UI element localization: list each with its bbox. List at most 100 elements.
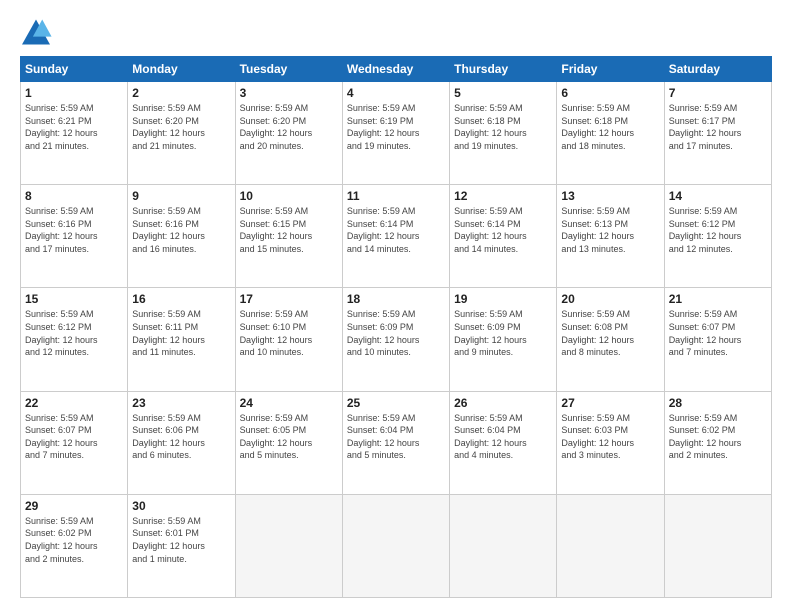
day-info: Sunrise: 5:59 AM Sunset: 6:21 PM Dayligh… [25,102,123,152]
calendar-cell: 9 Sunrise: 5:59 AM Sunset: 6:16 PM Daylig… [128,185,235,288]
day-number: 29 [25,499,123,513]
day-info: Sunrise: 5:59 AM Sunset: 6:18 PM Dayligh… [561,102,659,152]
weekday-header-saturday: Saturday [664,57,771,82]
calendar-cell: 8 Sunrise: 5:59 AM Sunset: 6:16 PM Daylig… [21,185,128,288]
day-info: Sunrise: 5:59 AM Sunset: 6:09 PM Dayligh… [347,308,445,358]
weekday-header-monday: Monday [128,57,235,82]
calendar-cell: 11 Sunrise: 5:59 AM Sunset: 6:14 PM Dayli… [342,185,449,288]
day-info: Sunrise: 5:59 AM Sunset: 6:05 PM Dayligh… [240,412,338,462]
day-number: 19 [454,292,552,306]
weekday-header-thursday: Thursday [450,57,557,82]
day-info: Sunrise: 5:59 AM Sunset: 6:01 PM Dayligh… [132,515,230,565]
weekday-header-sunday: Sunday [21,57,128,82]
header [20,18,772,46]
calendar-cell: 4 Sunrise: 5:59 AM Sunset: 6:19 PM Daylig… [342,82,449,185]
calendar-week-4: 29 Sunrise: 5:59 AM Sunset: 6:02 PM Dayli… [21,494,772,597]
calendar-cell: 10 Sunrise: 5:59 AM Sunset: 6:15 PM Dayli… [235,185,342,288]
day-number: 16 [132,292,230,306]
calendar-cell: 19 Sunrise: 5:59 AM Sunset: 6:09 PM Dayli… [450,288,557,391]
day-number: 12 [454,189,552,203]
day-info: Sunrise: 5:59 AM Sunset: 6:16 PM Dayligh… [25,205,123,255]
day-info: Sunrise: 5:59 AM Sunset: 6:06 PM Dayligh… [132,412,230,462]
calendar-cell: 26 Sunrise: 5:59 AM Sunset: 6:04 PM Dayli… [450,391,557,494]
day-info: Sunrise: 5:59 AM Sunset: 6:04 PM Dayligh… [454,412,552,462]
day-number: 30 [132,499,230,513]
calendar-cell: 13 Sunrise: 5:59 AM Sunset: 6:13 PM Dayli… [557,185,664,288]
day-number: 20 [561,292,659,306]
day-info: Sunrise: 5:59 AM Sunset: 6:14 PM Dayligh… [347,205,445,255]
day-number: 10 [240,189,338,203]
day-number: 13 [561,189,659,203]
day-info: Sunrise: 5:59 AM Sunset: 6:20 PM Dayligh… [132,102,230,152]
day-info: Sunrise: 5:59 AM Sunset: 6:18 PM Dayligh… [454,102,552,152]
day-info: Sunrise: 5:59 AM Sunset: 6:13 PM Dayligh… [561,205,659,255]
calendar-cell: 28 Sunrise: 5:59 AM Sunset: 6:02 PM Dayli… [664,391,771,494]
calendar-week-1: 8 Sunrise: 5:59 AM Sunset: 6:16 PM Daylig… [21,185,772,288]
day-number: 5 [454,86,552,100]
day-info: Sunrise: 5:59 AM Sunset: 6:08 PM Dayligh… [561,308,659,358]
calendar-cell: 16 Sunrise: 5:59 AM Sunset: 6:11 PM Dayli… [128,288,235,391]
day-info: Sunrise: 5:59 AM Sunset: 6:10 PM Dayligh… [240,308,338,358]
calendar-cell: 25 Sunrise: 5:59 AM Sunset: 6:04 PM Dayli… [342,391,449,494]
day-info: Sunrise: 5:59 AM Sunset: 6:12 PM Dayligh… [669,205,767,255]
day-info: Sunrise: 5:59 AM Sunset: 6:03 PM Dayligh… [561,412,659,462]
day-info: Sunrise: 5:59 AM Sunset: 6:19 PM Dayligh… [347,102,445,152]
calendar-cell: 6 Sunrise: 5:59 AM Sunset: 6:18 PM Daylig… [557,82,664,185]
day-number: 4 [347,86,445,100]
calendar-cell: 20 Sunrise: 5:59 AM Sunset: 6:08 PM Dayli… [557,288,664,391]
day-number: 17 [240,292,338,306]
calendar-cell [557,494,664,597]
calendar-cell [664,494,771,597]
weekday-header-tuesday: Tuesday [235,57,342,82]
day-number: 24 [240,396,338,410]
calendar-cell: 30 Sunrise: 5:59 AM Sunset: 6:01 PM Dayli… [128,494,235,597]
page: SundayMondayTuesdayWednesdayThursdayFrid… [0,0,792,612]
day-number: 28 [669,396,767,410]
day-info: Sunrise: 5:59 AM Sunset: 6:11 PM Dayligh… [132,308,230,358]
day-number: 7 [669,86,767,100]
day-number: 3 [240,86,338,100]
calendar-cell: 1 Sunrise: 5:59 AM Sunset: 6:21 PM Daylig… [21,82,128,185]
day-number: 14 [669,189,767,203]
day-number: 25 [347,396,445,410]
weekday-row: SundayMondayTuesdayWednesdayThursdayFrid… [21,57,772,82]
calendar-cell: 15 Sunrise: 5:59 AM Sunset: 6:12 PM Dayli… [21,288,128,391]
day-info: Sunrise: 5:59 AM Sunset: 6:17 PM Dayligh… [669,102,767,152]
calendar-header: SundayMondayTuesdayWednesdayThursdayFrid… [21,57,772,82]
day-number: 15 [25,292,123,306]
day-number: 11 [347,189,445,203]
day-info: Sunrise: 5:59 AM Sunset: 6:20 PM Dayligh… [240,102,338,152]
calendar-week-2: 15 Sunrise: 5:59 AM Sunset: 6:12 PM Dayli… [21,288,772,391]
day-info: Sunrise: 5:59 AM Sunset: 6:07 PM Dayligh… [669,308,767,358]
calendar-cell: 27 Sunrise: 5:59 AM Sunset: 6:03 PM Dayli… [557,391,664,494]
calendar-cell: 12Sunrise: 5:59 AM Sunset: 6:14 PM Dayli… [450,185,557,288]
day-info: Sunrise: 5:59 AM Sunset: 6:12 PM Dayligh… [25,308,123,358]
day-number: 21 [669,292,767,306]
day-info: Sunrise: 5:59 AM Sunset: 6:02 PM Dayligh… [25,515,123,565]
calendar-cell: 17 Sunrise: 5:59 AM Sunset: 6:10 PM Dayli… [235,288,342,391]
day-number: 27 [561,396,659,410]
calendar-cell [235,494,342,597]
day-number: 26 [454,396,552,410]
calendar-cell: 7 Sunrise: 5:59 AM Sunset: 6:17 PM Daylig… [664,82,771,185]
day-info: Sunrise: 5:59 AM Sunset: 6:15 PM Dayligh… [240,205,338,255]
calendar-cell: 22 Sunrise: 5:59 AM Sunset: 6:07 PM Dayli… [21,391,128,494]
day-number: 22 [25,396,123,410]
day-info: Sunrise: 5:59 AM Sunset: 6:16 PM Dayligh… [132,205,230,255]
calendar-cell [450,494,557,597]
calendar-week-3: 22 Sunrise: 5:59 AM Sunset: 6:07 PM Dayli… [21,391,772,494]
calendar-cell: 2Sunrise: 5:59 AM Sunset: 6:20 PM Daylig… [128,82,235,185]
day-number: 1 [25,86,123,100]
day-info: Sunrise: 5:59 AM Sunset: 6:09 PM Dayligh… [454,308,552,358]
calendar-cell: 3 Sunrise: 5:59 AM Sunset: 6:20 PM Daylig… [235,82,342,185]
day-info: Sunrise: 5:59 AM Sunset: 6:04 PM Dayligh… [347,412,445,462]
day-info: Sunrise: 5:59 AM Sunset: 6:07 PM Dayligh… [25,412,123,462]
day-number: 23 [132,396,230,410]
calendar-cell: 24 Sunrise: 5:59 AM Sunset: 6:05 PM Dayli… [235,391,342,494]
day-number: 18 [347,292,445,306]
day-number: 6 [561,86,659,100]
day-number: 9 [132,189,230,203]
day-number: 8 [25,189,123,203]
day-info: Sunrise: 5:59 AM Sunset: 6:02 PM Dayligh… [669,412,767,462]
calendar-cell: 14 Sunrise: 5:59 AM Sunset: 6:12 PM Dayli… [664,185,771,288]
